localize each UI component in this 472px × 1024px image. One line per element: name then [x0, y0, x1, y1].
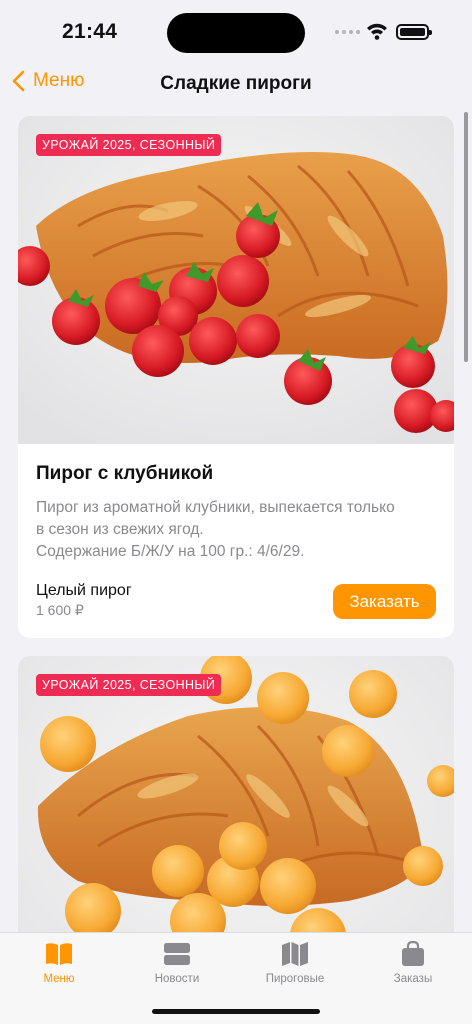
status-bar: 21:44 — [0, 0, 472, 62]
tab-orders[interactable]: Заказы — [368, 941, 458, 985]
home-indicator[interactable] — [152, 1009, 320, 1014]
battery-icon — [396, 24, 432, 40]
news-icon — [164, 943, 190, 965]
dynamic-island — [167, 13, 305, 53]
order-button[interactable]: Заказать — [333, 584, 436, 619]
tab-bakeries[interactable]: Пироговые — [250, 941, 340, 985]
product-title: Пирог с клубникой — [36, 463, 214, 484]
tab-label: Новости — [154, 973, 200, 985]
status-badge: УРОЖАЙ 2025, СЕЗОННЫЙ — [36, 674, 222, 696]
navigation-bar: Меню Сладкие пироги — [0, 62, 472, 106]
description-line: в сезон из свежих ягод. — [36, 521, 204, 538]
description-line: Пирог из ароматной клубники, выпекается … — [36, 499, 395, 516]
tab-news[interactable]: Новости — [132, 941, 222, 985]
status-time: 21:44 — [62, 20, 118, 43]
cellular-signal-icon — [335, 30, 360, 34]
map-icon — [282, 942, 308, 966]
tab-menu[interactable]: Меню — [14, 941, 104, 985]
scroll-indicator[interactable] — [464, 112, 468, 362]
description-line: Содержание Б/Ж/У на 100 гр.: 4/6/29. — [36, 543, 305, 560]
tab-label: Пироговые — [265, 973, 325, 985]
strawberry-pie-photo: УРОЖАЙ 2025, СЕЗОННЫЙ — [18, 116, 454, 444]
product-card[interactable]: УРОЖАЙ 2025, СЕЗОННЫЙ Пирог с клубникой … — [18, 116, 454, 638]
tab-label: Меню — [43, 973, 75, 985]
wifi-icon — [367, 23, 387, 40]
page-title: Сладкие пироги — [160, 73, 312, 94]
tab-label: Заказы — [393, 973, 433, 985]
status-badge: УРОЖАЙ 2025, СЕЗОННЫЙ — [36, 134, 222, 156]
product-description: Пирог из ароматной клубники, выпекается … — [36, 497, 436, 563]
book-icon — [46, 943, 72, 965]
bag-icon — [402, 941, 424, 966]
